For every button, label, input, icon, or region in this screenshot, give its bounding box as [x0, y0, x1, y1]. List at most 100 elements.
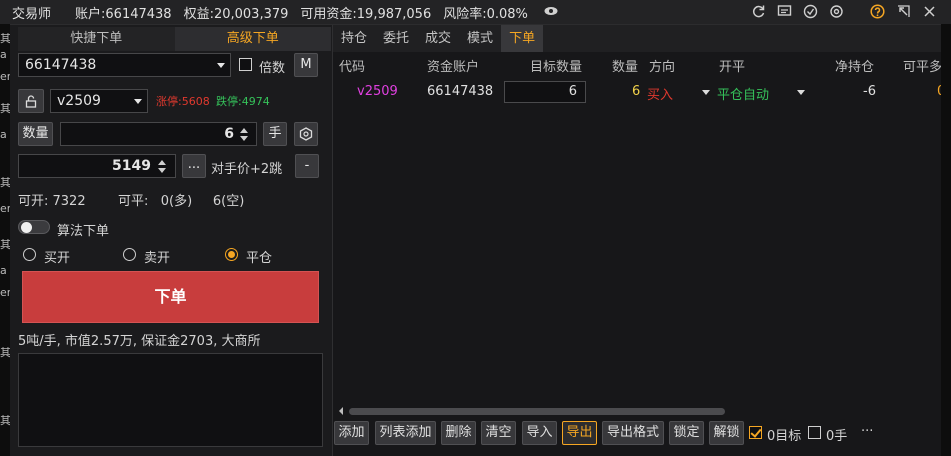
hand-checkbox[interactable]	[808, 426, 821, 439]
scrollbar-thumb[interactable]	[349, 408, 725, 415]
radio-sell-open-label: 卖开	[144, 251, 171, 266]
add-button[interactable]: 添加	[334, 421, 369, 445]
target-checkbox-label: 0目标	[767, 429, 802, 444]
settings-icon[interactable]	[829, 4, 844, 19]
orders-tabs: 持仓 委托 成交 模式 下单	[333, 25, 951, 52]
col-account[interactable]: 资金账户	[427, 56, 479, 75]
hexagon-settings-icon	[299, 127, 313, 141]
tab-quick-order[interactable]: 快捷下单	[18, 27, 175, 51]
radio-sell-open[interactable]	[123, 248, 136, 261]
contract-select[interactable]: v2509	[50, 89, 148, 113]
available-funds-info: 可用资金:19,987,056	[300, 6, 432, 22]
title-bar: 交易师 账户:66147438 权益:20,003,379 可用资金:19,98…	[0, 0, 951, 24]
tab-entrusts[interactable]: 委托	[375, 25, 417, 52]
quantity-mode-button[interactable]: 数量	[18, 122, 53, 146]
list-add-button[interactable]: 列表添加	[375, 421, 436, 445]
delete-button[interactable]: 删除	[441, 421, 476, 445]
eye-icon[interactable]	[544, 5, 558, 20]
col-qty[interactable]: 数量	[612, 56, 638, 75]
tab-mode[interactable]: 模式	[459, 25, 501, 52]
col-closable-long[interactable]: 可平多	[903, 56, 942, 75]
message-icon[interactable]	[777, 4, 792, 19]
bg-text: a	[0, 264, 7, 277]
direction-chevron-down-icon[interactable]	[702, 90, 710, 95]
col-code[interactable]: 代码	[339, 56, 365, 75]
contract-select-value: v2509	[57, 93, 101, 109]
quantity-input[interactable]: 6	[60, 122, 257, 146]
risk-rate-info: 风险率:0.08%	[443, 6, 528, 22]
price-value: 5149	[112, 158, 151, 174]
quantity-spinner[interactable]	[240, 128, 250, 141]
equity-info: 权益:20,003,379	[183, 6, 289, 22]
price-input[interactable]: 5149	[18, 154, 176, 178]
more-options-icon[interactable]: ···	[861, 424, 873, 439]
bg-text: a	[0, 48, 7, 61]
export-format-button[interactable]: 导出格式	[602, 421, 664, 445]
algo-order-toggle[interactable]	[18, 220, 50, 234]
import-button[interactable]: 导入	[522, 421, 557, 445]
closable-info: 可平: 0(多) 6(空)	[118, 194, 245, 209]
bg-text: a	[0, 128, 7, 141]
price-spinner[interactable]	[158, 160, 168, 173]
account-info: 账户:66147438	[75, 6, 172, 22]
target-checkbox[interactable]	[749, 426, 762, 439]
limit-up-price: 涨停:5608	[156, 95, 210, 108]
tab-advanced-order[interactable]: 高级下单	[174, 27, 331, 51]
minus-button[interactable]: -	[295, 154, 319, 178]
col-direction[interactable]: 方向	[649, 56, 675, 75]
price-options-button[interactable]: ...	[182, 154, 206, 178]
bottom-toolbar: 添加 列表添加 删除 清空 导入 导出 导出格式 锁定 解锁 0目标 0手 ··…	[333, 421, 951, 447]
multiple-checkbox[interactable]	[239, 58, 252, 71]
scroll-left-icon	[339, 407, 343, 415]
account-select[interactable]: 66147438	[18, 53, 231, 77]
tab-place-order[interactable]: 下单	[501, 25, 544, 52]
row-account: 66147438	[427, 84, 494, 99]
help-icon[interactable]	[870, 4, 885, 19]
radio-buy-open-label: 买开	[44, 251, 71, 266]
check-circle-icon[interactable]	[803, 4, 818, 19]
price-mode-label: 对手价+2跳	[211, 162, 283, 177]
openable-info: 可开: 7322	[18, 194, 86, 209]
multiple-label: 倍数	[259, 61, 286, 76]
lock-button[interactable]	[18, 89, 44, 113]
col-open-close[interactable]: 开平	[719, 56, 745, 75]
radio-close-position-label: 平仓	[246, 251, 273, 266]
offset-chevron-down-icon[interactable]	[797, 90, 805, 95]
unlock-icon	[25, 95, 37, 108]
row-open-close: 平仓自动	[717, 88, 770, 103]
unlock-list-button[interactable]: 解锁	[709, 421, 744, 445]
tab-positions[interactable]: 持仓	[333, 25, 375, 52]
clear-button[interactable]: 清空	[481, 421, 516, 445]
order-mode-tabs: 快捷下单 高级下单	[18, 27, 331, 51]
col-net-position[interactable]: 净持仓	[835, 56, 874, 75]
contract-info: 5吨/手, 市值2.57万, 保证金2703, 大商所	[18, 334, 261, 349]
row-qty: 6	[632, 84, 641, 99]
log-text-area[interactable]	[18, 353, 323, 447]
radio-buy-open[interactable]	[23, 248, 36, 261]
close-icon[interactable]	[922, 4, 937, 19]
col-target-qty[interactable]: 目标数量	[530, 56, 582, 75]
radio-close-position[interactable]	[225, 248, 238, 261]
hand-unit-button[interactable]: 手	[263, 122, 287, 146]
m-button[interactable]: M	[294, 53, 318, 77]
trading-window: 快捷下单 高级下单 66147438 倍数 M v2509 涨停:5608 跌停…	[10, 24, 951, 456]
target-qty-input[interactable]: 6	[504, 81, 586, 103]
quantity-value: 6	[224, 126, 234, 142]
restore-icon[interactable]	[896, 4, 911, 19]
refresh-icon[interactable]	[751, 4, 766, 19]
account-select-value: 66147438	[25, 57, 97, 73]
place-order-button[interactable]: 下单	[22, 271, 319, 323]
table-header: 代码 资金账户 目标数量 数量 方向 开平 净持仓 可平多	[333, 53, 951, 75]
chevron-down-icon	[134, 99, 142, 104]
lock-list-button[interactable]: 锁定	[669, 421, 704, 445]
row-direction: 买入	[647, 88, 674, 103]
table-row[interactable]: v2509 66147438 6 6 买入 平仓自动 -6 0	[333, 81, 951, 103]
order-entry-panel: 快捷下单 高级下单 66147438 倍数 M v2509 涨停:5608 跌停…	[10, 25, 332, 456]
algo-order-label: 算法下单	[57, 224, 110, 239]
orders-panel: 持仓 委托 成交 模式 下单 代码 资金账户 目标数量 数量 方向 开平 净持仓…	[332, 25, 951, 456]
export-button[interactable]: 导出	[562, 421, 597, 445]
horizontal-scrollbar[interactable]	[335, 405, 940, 417]
tab-trades[interactable]: 成交	[417, 25, 459, 52]
row-code: v2509	[357, 84, 398, 99]
settings-hex-button[interactable]	[294, 122, 318, 146]
